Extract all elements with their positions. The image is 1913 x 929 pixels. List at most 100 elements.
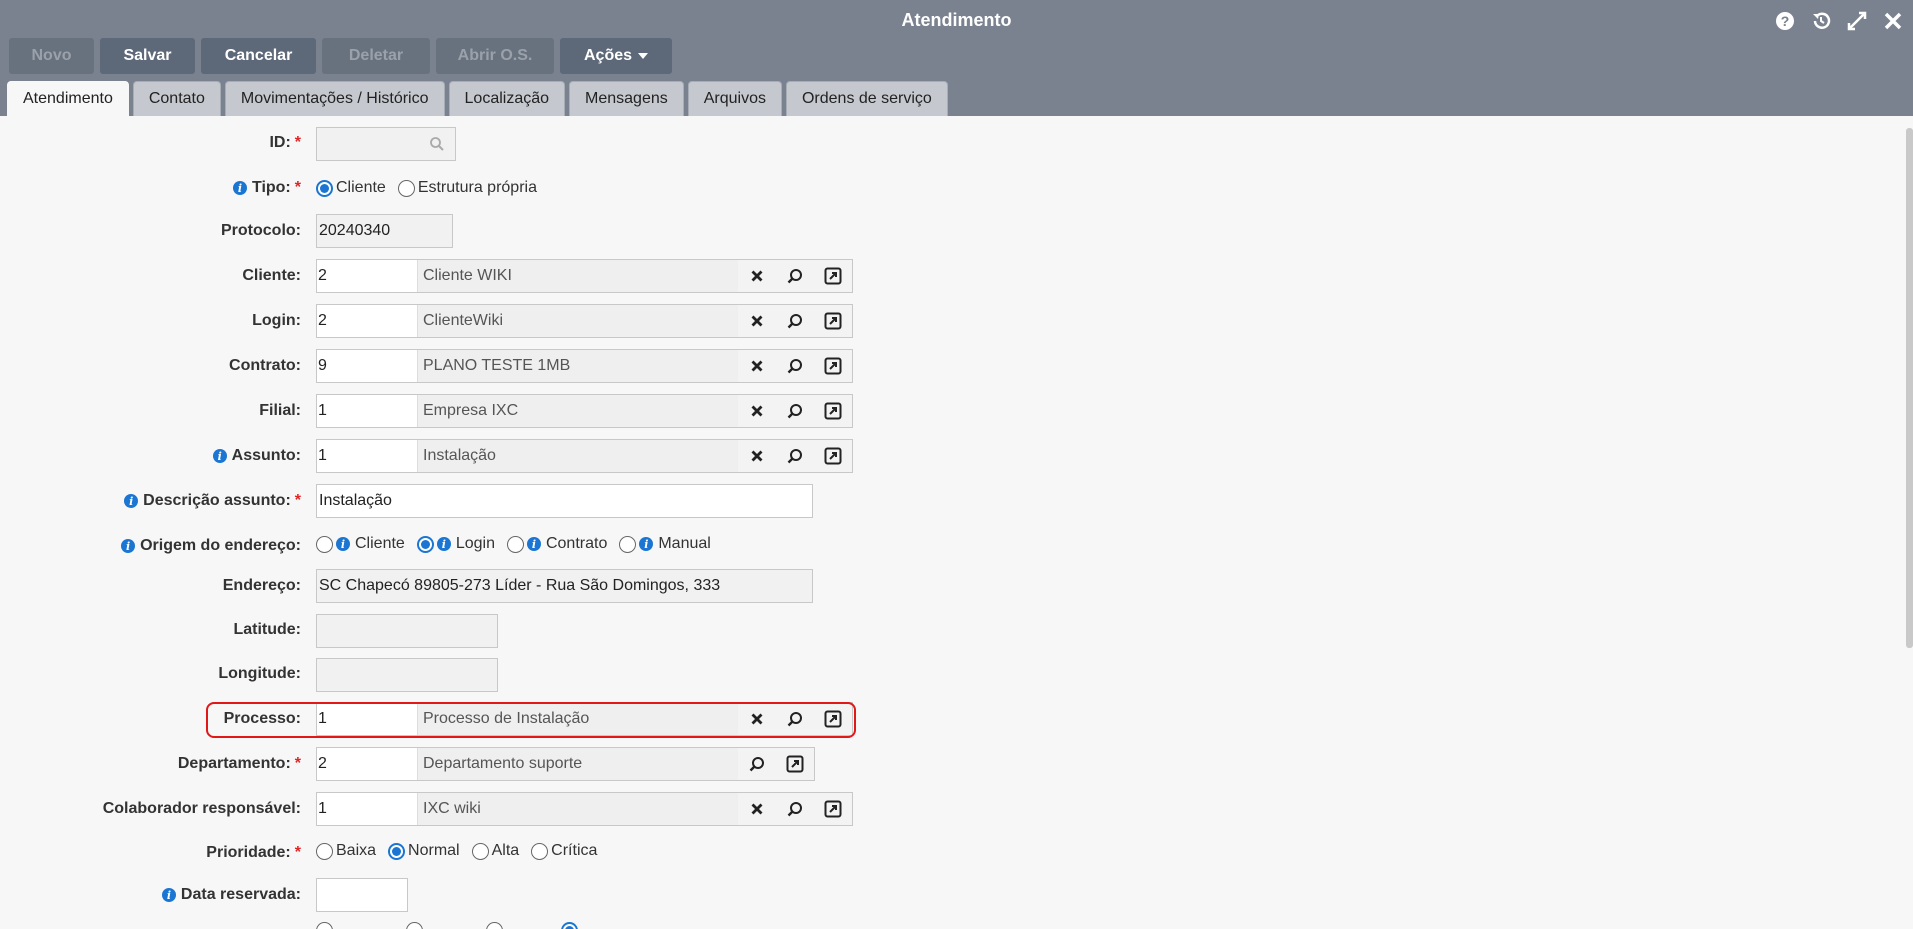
cliente-label: Cliente:	[242, 267, 301, 284]
contrato-code-input[interactable]: 9	[317, 350, 418, 382]
info-icon[interactable]: i	[124, 494, 139, 508]
id-field	[316, 127, 456, 161]
radio-cutoff-4[interactable]	[561, 921, 581, 929]
descricao-assunto-input[interactable]: Instalação	[316, 484, 813, 518]
open-external-icon[interactable]	[814, 395, 852, 427]
open-external-icon[interactable]	[814, 305, 852, 337]
endereco-input[interactable]: SC Chapecó 89805-273 Líder - Rua São Dom…	[316, 569, 813, 603]
window-title: Atendimento	[901, 10, 1012, 30]
clear-icon[interactable]	[738, 793, 776, 825]
delete-button[interactable]: Deletar	[322, 38, 430, 74]
row-descricao-assunto: i Descrição assunto: * Instalação	[0, 483, 1300, 519]
row-tipo: i Tipo: * Cliente Estrutura própria	[0, 170, 1300, 206]
tab-bar: Atendimento Contato Movimentações / Hist…	[7, 81, 952, 116]
info-icon: i	[639, 537, 654, 551]
radio-prioridade-alta[interactable]: Alta	[471, 842, 519, 860]
search-icon[interactable]	[776, 395, 814, 427]
colaborador-code-input[interactable]: 1	[317, 793, 418, 825]
row-id: ID: *	[0, 125, 1300, 161]
row-origem-endereco: i Origem do endereço: i Cliente i Login i Co…	[0, 526, 1300, 562]
cancel-button[interactable]: Cancelar	[201, 38, 316, 74]
open-external-icon[interactable]	[776, 748, 814, 780]
tab-contato[interactable]: Contato	[132, 81, 221, 116]
row-endereco: Endereço: SC Chapecó 89805-273 Líder - R…	[0, 568, 1300, 604]
open-external-icon[interactable]	[814, 440, 852, 472]
open-external-icon[interactable]	[814, 793, 852, 825]
radio-cutoff-3[interactable]	[486, 921, 506, 929]
clear-icon[interactable]	[738, 350, 776, 382]
id-input[interactable]	[316, 127, 456, 161]
login-label: Login:	[252, 312, 301, 329]
row-cutoff	[0, 920, 1300, 929]
radio-tipo-estrutura[interactable]: Estrutura própria	[397, 179, 537, 197]
assunto-code-input[interactable]: 1	[317, 440, 418, 472]
info-icon[interactable]: i	[121, 539, 136, 553]
open-os-button[interactable]: Abrir O.S.	[436, 38, 554, 74]
tab-localizacao[interactable]: Localização	[448, 81, 566, 116]
tab-movimentacoes[interactable]: Movimentações / Histórico	[224, 81, 445, 116]
search-icon[interactable]	[738, 748, 776, 780]
id-label: ID: *	[269, 134, 301, 151]
tab-arquivos[interactable]: Arquivos	[687, 81, 782, 116]
new-button[interactable]: Novo	[9, 38, 94, 74]
radio-origem-manual[interactable]: i Manual	[619, 535, 711, 553]
info-icon[interactable]: i	[232, 181, 247, 195]
departamento-code-input[interactable]: 2	[317, 748, 418, 780]
data-reservada-input[interactable]	[316, 878, 408, 912]
radio-origem-contrato[interactable]: i Contrato	[506, 535, 607, 553]
history-icon[interactable]	[1809, 9, 1833, 33]
tab-mensagens[interactable]: Mensagens	[569, 81, 684, 116]
info-icon: i	[436, 537, 451, 551]
scrollbar-thumb[interactable]	[1906, 128, 1913, 648]
login-lookup: 2 ClienteWiki	[316, 304, 853, 338]
filial-lookup: 1 Empresa IXC	[316, 394, 853, 428]
radio-cutoff-1[interactable]	[316, 921, 336, 929]
latitude-input[interactable]	[316, 614, 498, 648]
actions-label: Ações	[583, 47, 633, 64]
search-icon[interactable]	[776, 305, 814, 337]
radio-tipo-cliente[interactable]: Cliente	[316, 179, 386, 197]
tab-ordens-servico[interactable]: Ordens de serviço	[785, 81, 948, 116]
radio-prioridade-baixa[interactable]: Baixa	[316, 842, 376, 860]
filial-code-input[interactable]: 1	[317, 395, 418, 427]
actions-dropdown-button[interactable]: Ações	[560, 38, 672, 74]
search-icon[interactable]	[776, 793, 814, 825]
cliente-code-input[interactable]: 2	[317, 260, 418, 292]
search-icon[interactable]	[776, 350, 814, 382]
cliente-lookup: 2 Cliente WIKI	[316, 259, 853, 293]
radio-cutoff-2[interactable]	[406, 921, 426, 929]
row-assunto: i Assunto: 1 Instalação	[0, 438, 1300, 474]
protocolo-label: Protocolo:	[221, 222, 301, 239]
clear-icon[interactable]	[738, 395, 776, 427]
info-icon[interactable]: i	[212, 449, 227, 463]
protocolo-input[interactable]: 20240340	[316, 214, 453, 248]
search-icon[interactable]	[776, 440, 814, 472]
login-code-input[interactable]: 2	[317, 305, 418, 337]
search-icon[interactable]	[776, 260, 814, 292]
open-external-icon[interactable]	[814, 350, 852, 382]
tab-atendimento[interactable]: Atendimento	[7, 81, 129, 116]
help-icon[interactable]: ?	[1773, 9, 1797, 33]
close-icon[interactable]	[1881, 9, 1905, 33]
row-protocolo: Protocolo: 20240340	[0, 213, 1300, 249]
search-icon[interactable]	[429, 136, 445, 157]
window-titlebar: Atendimento ? Novo Salvar Cancelar Delet…	[0, 0, 1913, 116]
scrollbar[interactable]	[1905, 116, 1913, 929]
longitude-input[interactable]	[316, 658, 498, 692]
radio-prioridade-normal[interactable]: Normal	[388, 842, 460, 860]
open-external-icon[interactable]	[814, 260, 852, 292]
clear-icon[interactable]	[738, 305, 776, 337]
clear-icon[interactable]	[738, 440, 776, 472]
info-icon[interactable]: i	[161, 888, 176, 902]
assunto-description: Instalação	[423, 447, 496, 464]
info-icon: i	[526, 537, 541, 551]
radio-origem-cliente[interactable]: i Cliente	[316, 535, 405, 553]
row-filial: Filial: 1 Empresa IXC	[0, 393, 1300, 429]
clear-icon[interactable]	[738, 260, 776, 292]
save-button[interactable]: Salvar	[100, 38, 195, 74]
radio-prioridade-critica[interactable]: Crítica	[531, 842, 597, 860]
row-latitude: Latitude:	[0, 612, 1300, 648]
expand-icon[interactable]	[1845, 9, 1869, 33]
radio-origem-login[interactable]: i Login	[416, 535, 495, 553]
contrato-description: PLANO TESTE 1MB	[423, 357, 571, 374]
